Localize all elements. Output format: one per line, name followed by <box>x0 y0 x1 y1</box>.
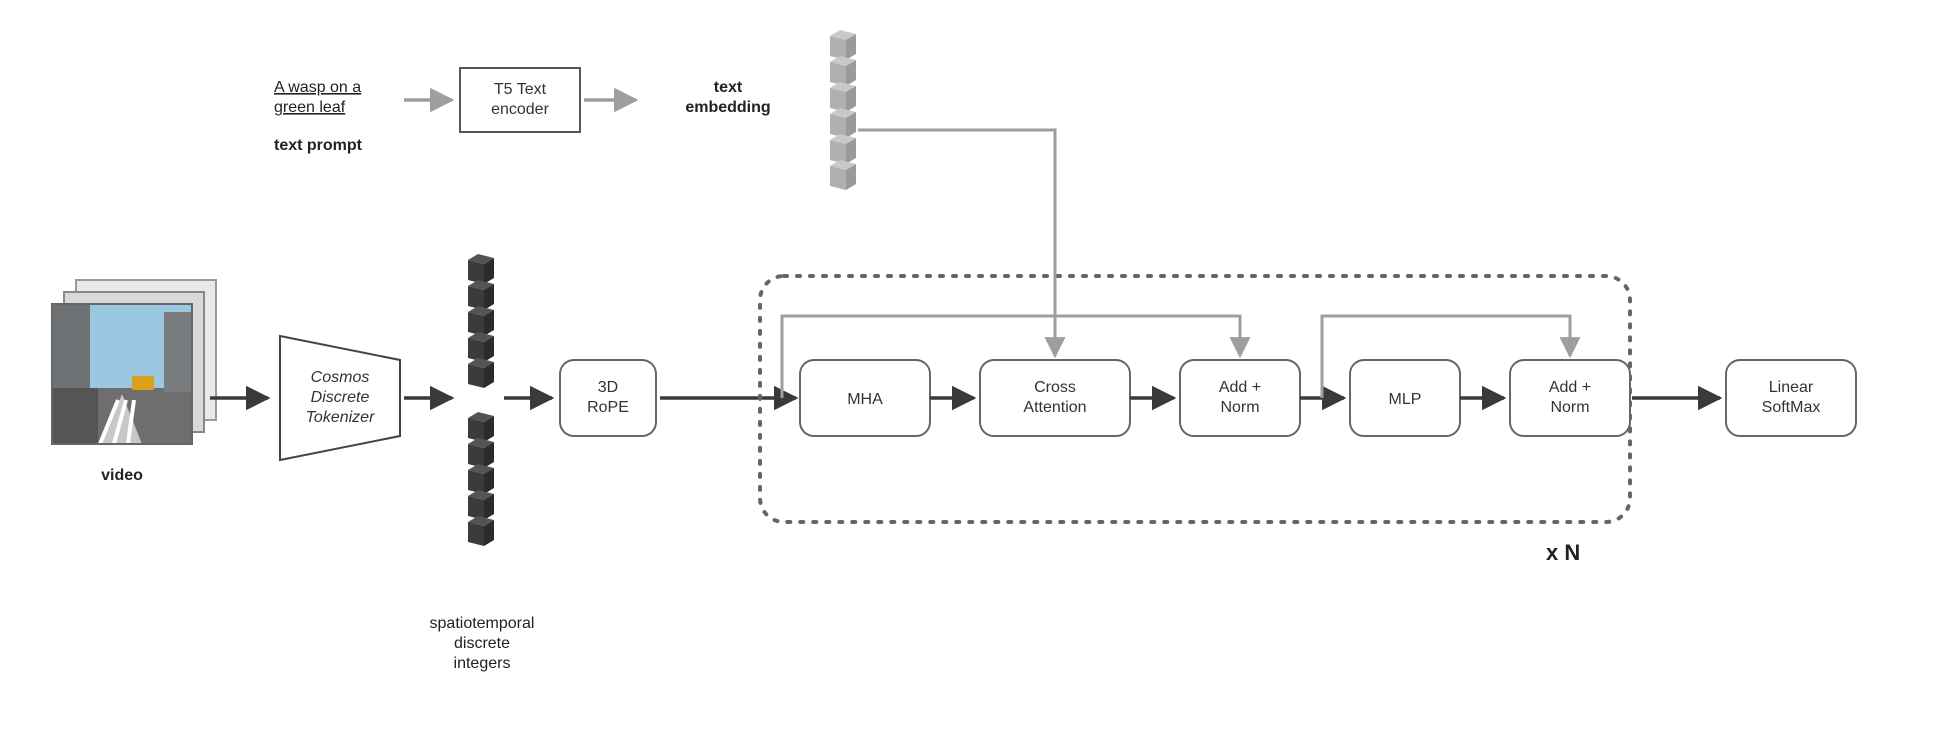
repeat-label: x N <box>1546 540 1580 565</box>
video-label: video <box>101 467 143 484</box>
mlp-block: MLP <box>1350 360 1460 436</box>
svg-text:MLP: MLP <box>1389 391 1422 408</box>
svg-text:text prompt: text prompt <box>274 137 363 154</box>
addnorm2-block: Add + Norm <box>1510 360 1630 436</box>
video-frames <box>52 280 216 444</box>
svg-text:MHA: MHA <box>847 391 883 408</box>
mha-block: MHA <box>800 360 930 436</box>
rope-block: 3D RoPE <box>560 360 656 436</box>
linear-softmax-block: Linear SoftMax <box>1726 360 1856 436</box>
arrow-embed-to-cross <box>858 130 1055 356</box>
svg-text:Discrete: Discrete <box>311 389 370 406</box>
tokens-label-l2: discrete <box>454 635 510 652</box>
svg-text:SoftMax: SoftMax <box>1762 399 1821 416</box>
svg-text:T5 Text: T5 Text <box>494 81 547 98</box>
tokens-label-l3: integers <box>454 655 511 672</box>
embedding-cubes <box>830 30 856 190</box>
tokens-label-l1: spatiotemporal <box>430 615 535 632</box>
svg-text:Norm: Norm <box>1550 399 1589 416</box>
svg-text:Add +: Add + <box>1219 379 1261 396</box>
text-encoder-block: T5 Text encoder <box>460 68 580 132</box>
addnorm1-block: Add + Norm <box>1180 360 1300 436</box>
text-prompt: A wasp on a green leaf text prompt <box>274 79 363 154</box>
embed-label-l2: embedding <box>685 99 770 116</box>
token-cubes <box>468 254 494 546</box>
svg-text:Linear: Linear <box>1769 379 1814 396</box>
svg-text:green leaf: green leaf <box>274 99 346 116</box>
svg-text:Attention: Attention <box>1023 399 1086 416</box>
svg-text:Cosmos: Cosmos <box>311 369 370 386</box>
svg-text:3D: 3D <box>598 379 618 396</box>
tokenizer-block: Cosmos Discrete Tokenizer <box>280 336 400 460</box>
svg-text:Norm: Norm <box>1220 399 1259 416</box>
svg-text:Add +: Add + <box>1549 379 1591 396</box>
svg-text:Tokenizer: Tokenizer <box>306 409 375 426</box>
svg-text:Cross: Cross <box>1034 379 1076 396</box>
embed-label-l1: text <box>714 79 743 96</box>
svg-text:A wasp on a: A wasp on a <box>274 79 361 96</box>
svg-text:RoPE: RoPE <box>587 399 629 416</box>
cross-attention-block: Cross Attention <box>980 360 1130 436</box>
svg-text:encoder: encoder <box>491 101 549 118</box>
